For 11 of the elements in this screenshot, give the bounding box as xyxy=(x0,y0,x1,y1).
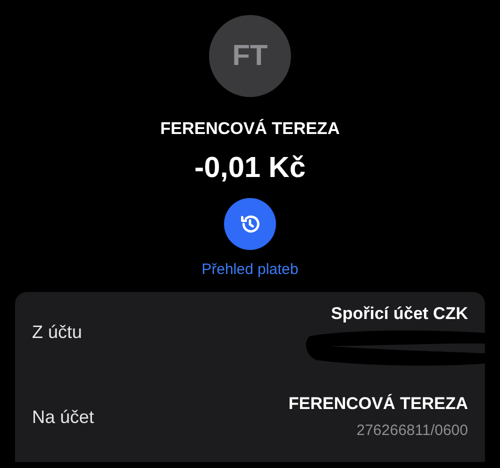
field-value: FERENCOVÁ TEREZA xyxy=(288,394,468,414)
avatar: FT xyxy=(209,15,291,97)
payment-amount: -0,01 Kč xyxy=(194,152,306,185)
payment-history-link[interactable]: Přehled plateb xyxy=(202,261,298,278)
contact-name: FERENCOVÁ TEREZA xyxy=(160,119,340,139)
history-icon xyxy=(239,213,261,235)
field-value: Spořicí účet CZK xyxy=(331,304,468,324)
field-label: Z účtu xyxy=(32,322,82,342)
history-button[interactable] xyxy=(224,198,276,250)
field-label: Na účet xyxy=(32,406,94,428)
account-number: 276266811/0600 xyxy=(356,422,468,439)
